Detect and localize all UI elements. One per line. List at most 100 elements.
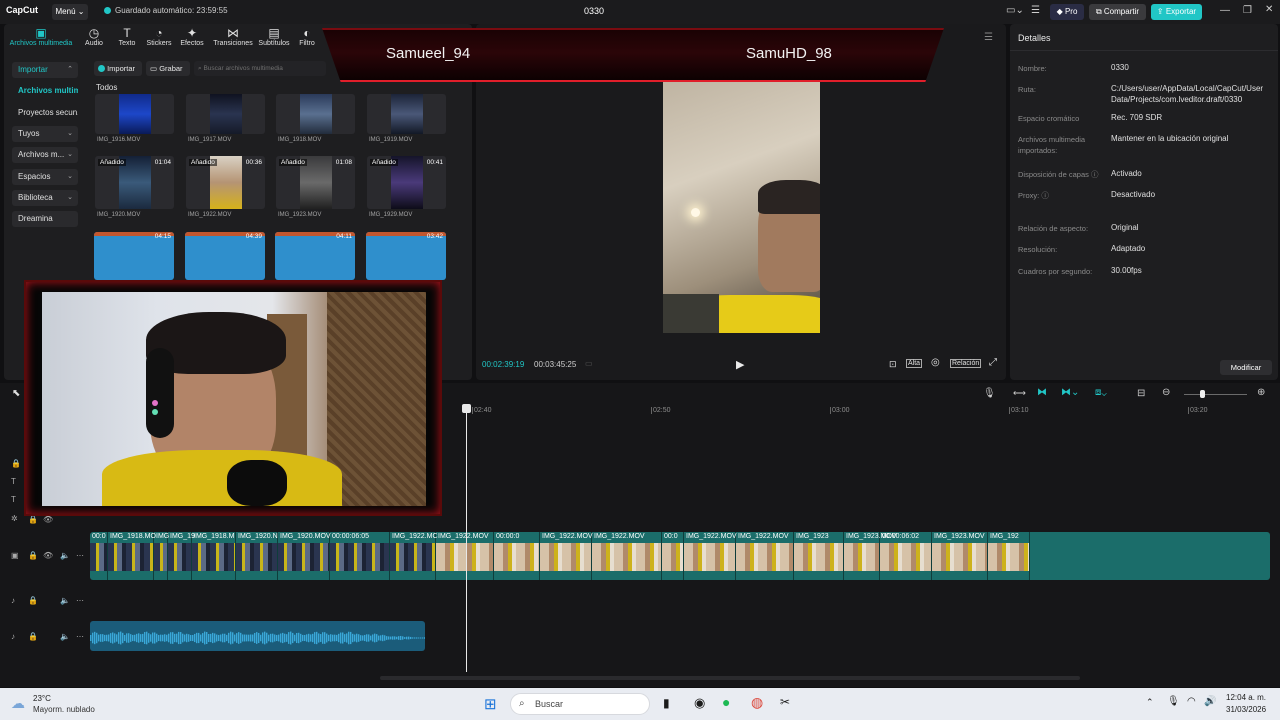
clock-time[interactable]: 12:04 a. m. (1226, 693, 1266, 702)
track-lock-icon[interactable]: 🔒 (28, 596, 38, 605)
microphone-icon[interactable]: 🎙 (1167, 696, 1180, 707)
timeline-clip[interactable]: IMG_1920.MOV (278, 532, 331, 580)
select-tool-icon[interactable]: ⬉ (12, 388, 20, 399)
media-thumbnail[interactable] (276, 94, 355, 134)
auto-snap-icon[interactable]: ⧓⌄ (1061, 387, 1079, 398)
timeline-clip[interactable]: IMG_1920.N (236, 532, 278, 580)
media-thumbnail[interactable]: 04:15 (94, 232, 174, 280)
chevron-up-icon[interactable]: ⌃ (1146, 697, 1154, 708)
media-thumbnail[interactable]: Añadido 00:41 (367, 156, 446, 209)
track-lock-icon[interactable]: 🔒 (28, 515, 38, 524)
track-visibility-icon[interactable]: 👁 (43, 551, 53, 560)
shortcuts-icon[interactable]: ☰ (1031, 5, 1040, 16)
track-lock-icon[interactable]: 🔒 (11, 459, 21, 468)
sidebar-item-subprojects[interactable]: Proyectos secun... (12, 105, 78, 121)
menu-button[interactable]: Menú ⌄ (52, 4, 88, 20)
media-search-input[interactable]: ⌕ Buscar archivos multimedia (194, 61, 326, 76)
windows-start-icon[interactable]: ⊞ (484, 695, 497, 713)
timeline-clip[interactable]: IMG_1922.MOV (436, 532, 494, 580)
track-lock-icon[interactable]: 🔒 (28, 632, 38, 641)
quality-button[interactable]: Alta (906, 359, 923, 368)
tab-subtitles[interactable]: ▤ Subtítulos (256, 26, 292, 47)
filter-label[interactable]: Todos (96, 83, 117, 92)
timeline-clip[interactable]: 00:00:06:02 (880, 532, 932, 580)
sidebar-item-import[interactable]: Importar ⌃ (12, 62, 78, 78)
focus-icon[interactable]: ◎ (931, 357, 940, 368)
maximize-icon[interactable]: ❐ (1243, 5, 1252, 16)
track-audio-icon[interactable]: 🔈 (60, 551, 70, 560)
media-thumbnail[interactable]: Añadido 01:08 (276, 156, 355, 209)
volume-icon[interactable]: 🔊 (1204, 696, 1216, 707)
preview-axis-icon[interactable]: ⧈⌄ (1095, 387, 1107, 398)
timeline-clip[interactable]: 00:0 (90, 532, 108, 580)
weather-icon[interactable]: ☁ (11, 695, 25, 712)
sidebar-item-media-library[interactable]: Archivos m... ⌄ (12, 147, 78, 163)
timeline-clip[interactable]: IMG_1923 (794, 532, 844, 580)
track-more-icon[interactable]: ⋯ (76, 551, 84, 560)
import-button[interactable]: Importar (94, 61, 142, 76)
modify-button[interactable]: Modificar (1220, 360, 1272, 375)
timeline-clip[interactable]: IMG_1922.MC (390, 532, 438, 580)
tab-stickers[interactable]: ◔ Stickers (144, 26, 174, 47)
video-preview[interactable] (663, 82, 820, 333)
info-icon[interactable]: ⓘ (1091, 170, 1099, 179)
sidebar-item-dreamina[interactable]: Dreamina (12, 211, 78, 227)
track-visibility-icon[interactable]: 👁 (43, 515, 53, 524)
timecode-format-icon[interactable]: ▭ (585, 359, 593, 368)
app-icon[interactable]: ◉ (694, 695, 705, 711)
pro-button[interactable]: ◆ Pro (1050, 4, 1084, 20)
media-thumbnail[interactable] (186, 94, 265, 134)
fullscreen-icon[interactable]: ⤢ (989, 357, 997, 368)
close-icon[interactable]: ✕ (1265, 4, 1273, 15)
track-audio-icon[interactable]: 🔈 (60, 596, 70, 605)
zoom-slider-handle[interactable] (1200, 390, 1205, 398)
sidebar-item-library[interactable]: Biblioteca ⌄ (12, 190, 78, 206)
taskbar-search[interactable]: ⌕ Buscar (510, 693, 650, 715)
timeline-clip[interactable]: 00:00:06:05 (330, 532, 390, 580)
crop-icon[interactable]: ⊡ (889, 359, 897, 370)
minimize-icon[interactable]: — (1220, 5, 1230, 16)
layout-icon[interactable]: ▭⌄ (1006, 5, 1024, 16)
aspect-ratio-button[interactable]: Relación (950, 359, 982, 368)
subtitle-track-icon[interactable]: ⊟ (1137, 388, 1145, 399)
main-video-track[interactable]: 00:0 IMG_1918.MO IMG IMG_19 IMG_1918.M IMG_19… (90, 532, 1270, 580)
tab-effects[interactable]: ✦ Efectos (178, 26, 206, 47)
share-button[interactable]: ⧉ Compartir (1089, 4, 1146, 20)
sidebar-item-spaces[interactable]: Espacios ⌄ (12, 169, 78, 185)
media-thumbnail[interactable]: Añadido 00:36 (186, 156, 265, 209)
timeline-clip[interactable]: IMG_1918.M (192, 532, 236, 580)
audio-clip[interactable] (90, 621, 425, 651)
tab-transitions[interactable]: ⋈ Transiciones (210, 26, 256, 47)
playhead[interactable] (462, 404, 471, 672)
zoom-out-icon[interactable]: ⊖ (1162, 387, 1170, 398)
timeline-clip[interactable]: IMG_1923.MOV (932, 532, 988, 580)
chrome-icon[interactable]: ◍ (751, 694, 763, 711)
task-view-icon[interactable]: ▮ (663, 696, 670, 710)
play-button[interactable]: ▶ (736, 358, 744, 371)
weather-temp[interactable]: 23°C (33, 694, 51, 703)
microphone-icon[interactable]: 🎙 (983, 388, 996, 399)
timeline-clip[interactable]: 00:00:0 (494, 532, 540, 580)
timeline-clip[interactable]: IMG_1922.MOV (540, 532, 593, 580)
track-more-icon[interactable]: ⋯ (76, 596, 84, 605)
tab-text[interactable]: T Texto (114, 26, 140, 47)
zoom-slider[interactable] (1184, 394, 1247, 395)
media-thumbnail[interactable]: Añadido 01:04 (95, 156, 174, 209)
media-thumbnail[interactable] (95, 94, 174, 134)
weather-desc[interactable]: Mayorm. nublado (33, 705, 95, 714)
tab-media[interactable]: ▣ Archivos multimedia (8, 26, 74, 47)
track-more-icon[interactable]: ⋯ (76, 632, 84, 641)
timeline-clip[interactable]: IMG_1922.MOV (592, 532, 662, 580)
media-thumbnail[interactable]: 03:42 (366, 232, 446, 280)
zoom-in-icon[interactable]: ⊕ (1257, 387, 1265, 398)
sidebar-item-yours[interactable]: Tuyos ⌄ (12, 126, 78, 142)
capcut-icon[interactable]: ✂ (780, 695, 790, 709)
track-audio-icon[interactable]: 🔈 (60, 632, 70, 641)
timeline-clip[interactable]: IMG_1922.MOV (736, 532, 794, 580)
timeline-clip[interactable]: IMG_1923.MOV (844, 532, 897, 580)
player-menu-icon[interactable]: ☰ (984, 32, 993, 43)
sidebar-item-media[interactable]: Archivos multim... (12, 83, 78, 99)
media-thumbnail[interactable]: 04:39 (185, 232, 265, 280)
export-button[interactable]: ⇪ Exportar (1151, 4, 1202, 20)
timeline-clip[interactable]: IMG (154, 532, 169, 580)
